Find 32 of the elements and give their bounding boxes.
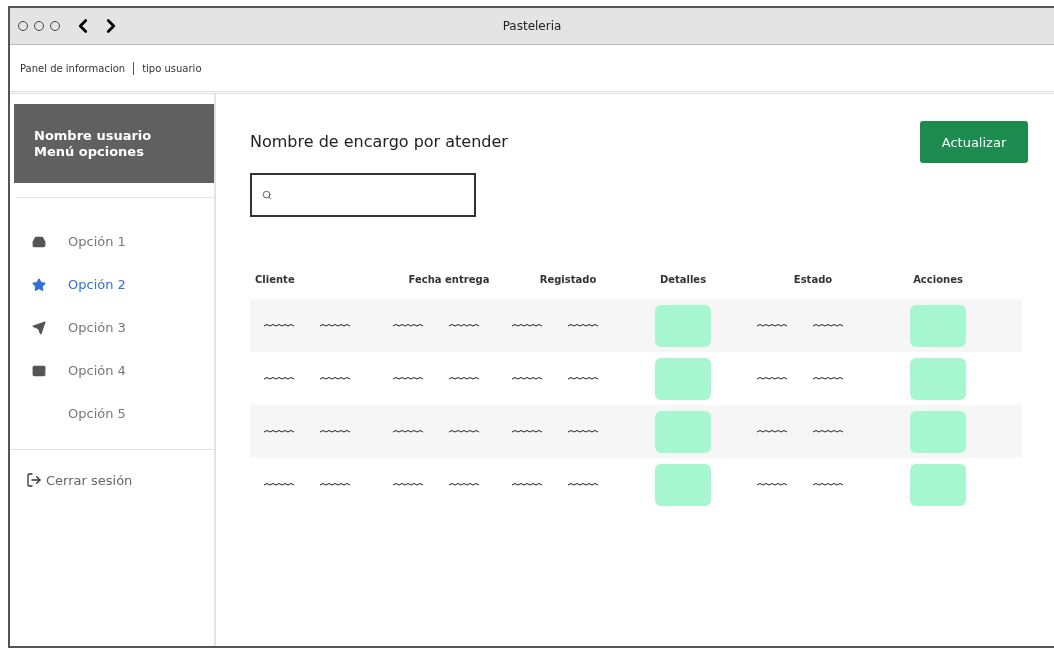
menu-item[interactable]: Opción 5: [10, 392, 214, 435]
menu-item[interactable]: Opción 4: [10, 349, 214, 392]
menu-item[interactable]: Opción 3: [10, 306, 214, 349]
breadcrumb-link[interactable]: Panel de informacion: [20, 62, 126, 74]
action-button[interactable]: [910, 410, 966, 453]
column-header: Cliente: [254, 273, 295, 285]
page-heading: Nombre de encargo por atender: [250, 132, 508, 151]
column-header: Detalles: [659, 273, 707, 285]
action-button[interactable]: [655, 410, 711, 453]
refresh-button[interactable]: Actualizar: [920, 121, 1028, 163]
search-icon: [262, 190, 272, 200]
menu-item[interactable]: Opción 1: [10, 220, 214, 263]
window-title: Pasteleria: [501, 19, 563, 33]
search-field[interactable]: [250, 173, 476, 217]
action-button[interactable]: [910, 463, 966, 506]
column-header: Acciones: [913, 273, 963, 285]
action-button[interactable]: [910, 304, 966, 347]
column-header: Fecha entrega: [408, 273, 490, 285]
action-button[interactable]: [655, 463, 711, 506]
logout-link[interactable]: Cerrar sesión: [10, 472, 214, 488]
action-button[interactable]: [655, 304, 711, 347]
column-header: Estado: [793, 273, 833, 285]
header-text: Nombre usuario: [34, 127, 153, 144]
action-button[interactable]: [655, 357, 711, 400]
header-text: Menú opciones: [34, 143, 145, 160]
column-header: Registado: [539, 273, 597, 285]
menu-item[interactable]: Opción 2: [10, 263, 214, 306]
action-button[interactable]: [910, 357, 966, 400]
breadcrumb-link[interactable]: tipo usuario: [142, 62, 202, 74]
star-icon: [32, 277, 46, 292]
logout-icon: [26, 472, 42, 488]
send-icon: [32, 320, 46, 335]
